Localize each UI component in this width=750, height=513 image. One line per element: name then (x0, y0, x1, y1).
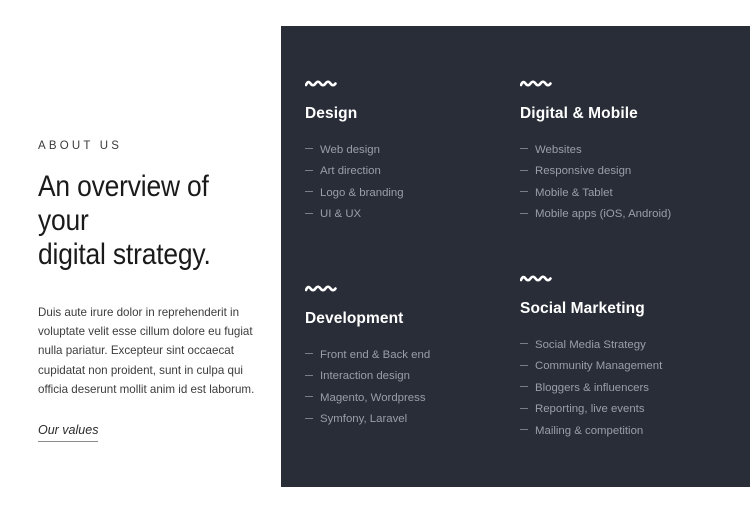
squiggle-icon (519, 76, 552, 87)
list-item[interactable]: Front end & Back end (305, 345, 505, 366)
dash-icon (305, 353, 313, 355)
list-item-label: Art direction (320, 165, 381, 178)
dash-icon (520, 386, 528, 388)
service-block-digital-mobile: Digital & Mobile Websites Responsive des… (519, 76, 735, 226)
service-item-list: Social Media Strategy Community Manageme… (520, 335, 735, 442)
list-item[interactable]: Magento, Wordpress (305, 388, 505, 409)
about-section: ABOUT US An overview of your digital str… (38, 138, 268, 443)
dash-icon (305, 169, 313, 171)
service-block-title: Digital & Mobile (520, 105, 638, 122)
list-item[interactable]: Websites (520, 140, 735, 161)
service-item-list: Front end & Back end Interaction design … (305, 345, 505, 431)
list-item[interactable]: Mailing & competition (520, 421, 735, 442)
dash-icon (305, 148, 313, 150)
dash-icon (520, 364, 528, 366)
dash-icon (520, 407, 528, 409)
service-block-title: Development (305, 310, 404, 327)
service-block-social-marketing: Social Marketing Social Media Strategy C… (519, 271, 735, 442)
dash-icon (305, 396, 313, 398)
our-values-link[interactable]: Our values (38, 423, 99, 443)
list-item[interactable]: Art direction (305, 161, 505, 182)
list-item[interactable]: Mobile apps (iOS, Android) (520, 204, 735, 225)
list-item-label: Logo & branding (320, 186, 404, 199)
list-item-label: Web design (320, 144, 380, 156)
section-eyebrow: ABOUT US (38, 140, 123, 152)
list-item[interactable]: Reporting, live events (520, 399, 735, 420)
about-paragraph: Duis aute irure dolor in reprehenderit i… (38, 306, 255, 396)
list-item-label: Reporting, live events (535, 403, 645, 416)
dash-icon (305, 212, 313, 214)
services-grid: Design Web design Art direction Logo & b… (281, 26, 750, 487)
service-item-list: Websites Responsive design Mobile & Tabl… (520, 140, 735, 226)
list-item-label: Social Media Strategy (535, 339, 646, 351)
list-item[interactable]: Community Management (520, 356, 735, 377)
list-item-label: Symfony, Laravel (320, 413, 408, 426)
list-item-label: Magento, Wordpress (320, 391, 426, 404)
list-item-label: Community Management (535, 360, 663, 373)
list-item[interactable]: UI & UX (305, 204, 505, 225)
list-item[interactable]: Social Media Strategy (520, 335, 735, 356)
list-item-label: Responsive design (535, 165, 632, 178)
list-item-label: UI & UX (320, 208, 362, 221)
squiggle-icon (519, 271, 552, 282)
dash-icon (520, 343, 528, 345)
service-item-list: Web design Art direction Logo & branding… (305, 140, 505, 226)
list-item[interactable]: Bloggers & influencers (520, 378, 735, 399)
service-block-design: Design Web design Art direction Logo & b… (304, 76, 505, 226)
dash-icon (520, 429, 528, 431)
squiggle-icon (304, 76, 337, 87)
dash-icon (520, 169, 528, 171)
page-title: An overview of your digital strategy. (38, 170, 211, 271)
list-item-label: Mobile & Tablet (535, 186, 613, 199)
list-item[interactable]: Interaction design (305, 366, 505, 387)
dash-icon (305, 191, 313, 193)
list-item-label: Interaction design (320, 370, 410, 383)
list-item[interactable]: Responsive design (520, 161, 735, 182)
dash-icon (520, 148, 528, 150)
service-block-title: Design (305, 105, 358, 122)
page-root: ABOUT US An overview of your digital str… (0, 0, 750, 513)
dash-icon (520, 191, 528, 193)
list-item[interactable]: Mobile & Tablet (520, 183, 735, 204)
services-panel: Design Web design Art direction Logo & b… (281, 26, 750, 487)
list-item[interactable]: Symfony, Laravel (305, 409, 505, 430)
list-item-label: Mobile apps (iOS, Android) (535, 208, 672, 221)
list-item-label: Mailing & competition (535, 424, 644, 437)
dash-icon (305, 374, 313, 376)
list-item-label: Front end & Back end (320, 349, 431, 361)
list-item-label: Websites (535, 144, 582, 156)
list-item[interactable]: Logo & branding (305, 183, 505, 204)
list-item-label: Bloggers & influencers (535, 381, 649, 394)
service-block-title: Social Marketing (520, 300, 645, 317)
squiggle-icon (304, 281, 337, 292)
dash-icon (520, 212, 528, 214)
dash-icon (305, 417, 313, 419)
list-item[interactable]: Web design (305, 140, 505, 161)
service-block-development: Development Front end & Back end Interac… (304, 281, 505, 431)
